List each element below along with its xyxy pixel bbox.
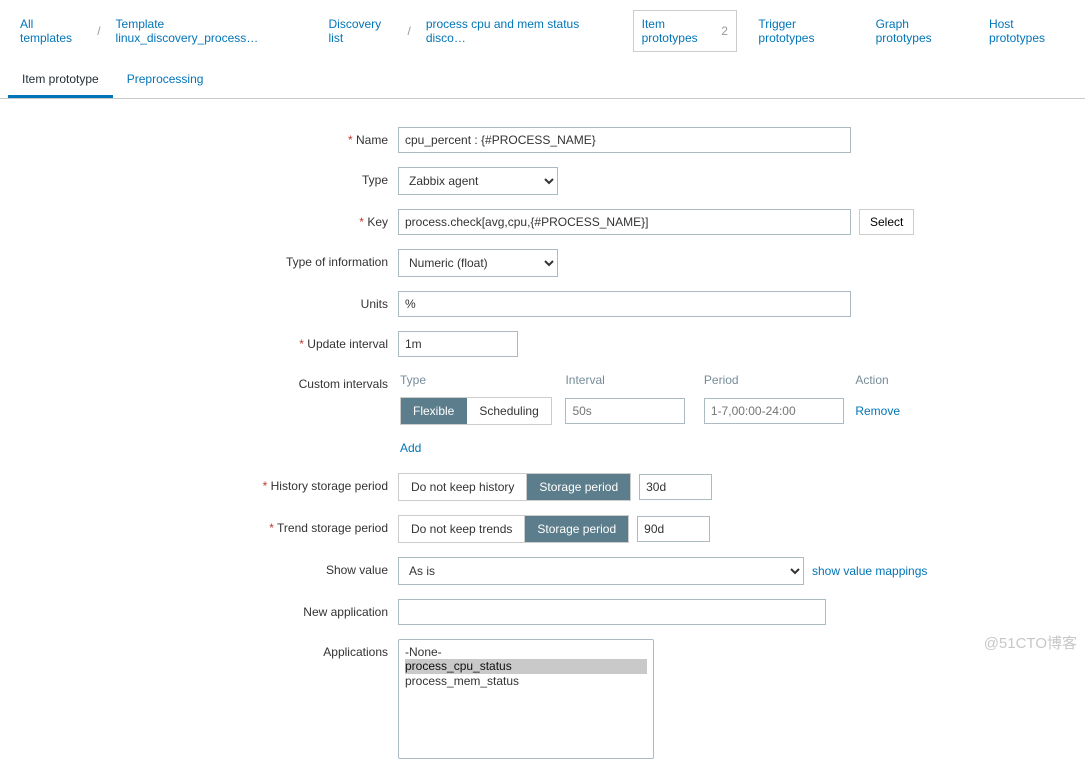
label-type: Type (0, 167, 398, 187)
interval-row: Flexible Scheduling Remove (400, 395, 908, 427)
applications-option-cpu[interactable]: process_cpu_status (405, 659, 647, 673)
trend-toggle[interactable]: Do not keep trends Storage period (398, 515, 629, 543)
crumb-host-prototypes[interactable]: Host prototypes (981, 11, 1073, 51)
label-new-application: New application (0, 599, 398, 619)
interval-value-input[interactable] (565, 398, 685, 424)
new-application-input[interactable] (398, 599, 826, 625)
crumb-process-rule[interactable]: process cpu and mem status disco… (418, 11, 612, 51)
sep: / (404, 24, 413, 38)
label-name: Name (0, 127, 398, 147)
intervals-header-period: Period (704, 373, 853, 393)
applications-option-mem[interactable]: process_mem_status (405, 674, 647, 688)
crumb-item-prototypes[interactable]: Item prototypes 2 (633, 10, 737, 52)
show-value-mappings-link[interactable]: show value mappings (812, 564, 927, 578)
intervals-header-interval: Interval (565, 373, 701, 393)
label-show-value: Show value (0, 557, 398, 577)
name-input[interactable] (398, 127, 851, 153)
tabs: Item prototype Preprocessing (0, 63, 1085, 99)
units-input[interactable] (398, 291, 851, 317)
interval-add-link[interactable]: Add (400, 441, 421, 455)
show-value-select[interactable]: As is (398, 557, 804, 585)
interval-type-toggle[interactable]: Flexible Scheduling (400, 397, 552, 425)
crumb-trigger-prototypes[interactable]: Trigger prototypes (750, 11, 854, 51)
trend-storage-period[interactable]: Storage period (525, 516, 628, 542)
custom-intervals-table: Type Interval Period Action Flexible Sch… (398, 371, 910, 459)
crumb-discovery-list[interactable]: Discovery list (321, 11, 401, 51)
label-custom-intervals: Custom intervals (0, 371, 398, 391)
type-of-information-select[interactable]: Numeric (float) (398, 249, 558, 277)
label-units: Units (0, 291, 398, 311)
label-update-interval: Update interval (0, 331, 398, 351)
trend-value-input[interactable] (637, 516, 710, 542)
sep: / (94, 24, 103, 38)
applications-listbox[interactable]: -None- process_cpu_status process_mem_st… (398, 639, 654, 759)
item-prototypes-link[interactable]: Item prototypes (642, 17, 716, 45)
tab-item-prototype[interactable]: Item prototype (8, 63, 113, 98)
history-storage-period[interactable]: Storage period (527, 474, 630, 500)
update-interval-input[interactable] (398, 331, 518, 357)
tab-preprocessing[interactable]: Preprocessing (113, 63, 218, 98)
label-type-of-information: Type of information (0, 249, 398, 269)
applications-option-none[interactable]: -None- (405, 645, 647, 659)
crumb-all-templates[interactable]: All templates (12, 11, 90, 51)
interval-period-input[interactable] (704, 398, 844, 424)
label-applications: Applications (0, 639, 398, 659)
select-button[interactable]: Select (859, 209, 914, 235)
crumb-template-linux[interactable]: Template linux_discovery_process… (108, 11, 300, 51)
item-prototypes-count: 2 (719, 24, 728, 38)
history-value-input[interactable] (639, 474, 712, 500)
intervals-header-action: Action (855, 373, 908, 393)
label-key: Key (0, 209, 398, 229)
interval-type-scheduling[interactable]: Scheduling (467, 398, 550, 424)
history-toggle[interactable]: Do not keep history Storage period (398, 473, 631, 501)
trend-no-keep[interactable]: Do not keep trends (399, 516, 525, 542)
crumb-graph-prototypes[interactable]: Graph prototypes (868, 11, 968, 51)
intervals-header-type: Type (400, 373, 563, 393)
label-history-storage: History storage period (0, 473, 398, 493)
breadcrumbs: All templates / Template linux_discovery… (0, 0, 1085, 63)
interval-remove-link[interactable]: Remove (855, 404, 900, 418)
interval-type-flexible[interactable]: Flexible (401, 398, 467, 424)
history-no-keep[interactable]: Do not keep history (399, 474, 527, 500)
key-input[interactable] (398, 209, 851, 235)
label-trend-storage: Trend storage period (0, 515, 398, 535)
type-select[interactable]: Zabbix agent (398, 167, 558, 195)
